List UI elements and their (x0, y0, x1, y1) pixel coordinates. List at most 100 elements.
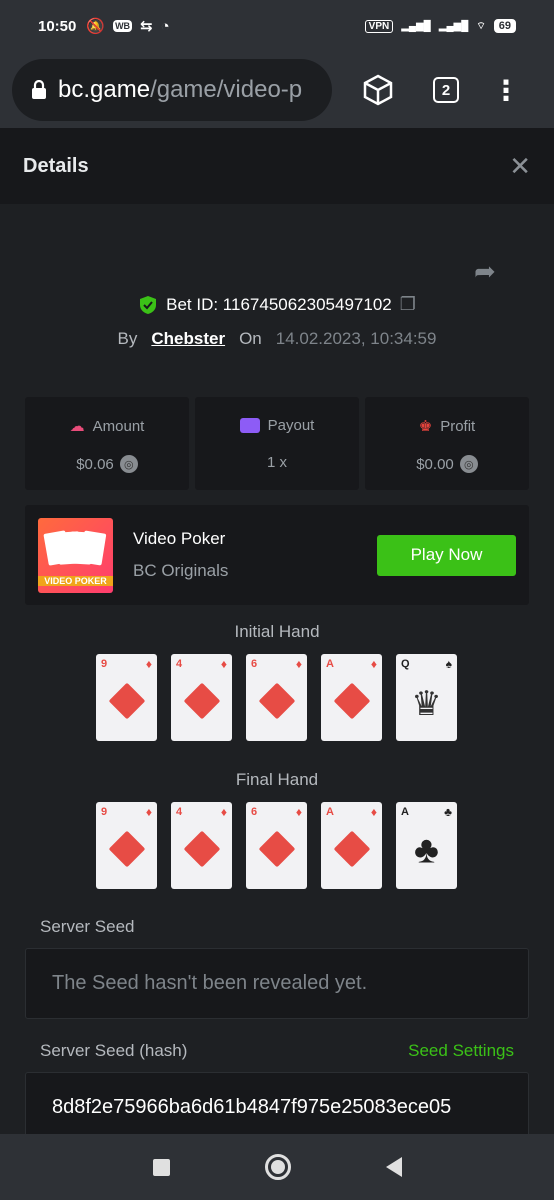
by-label: By (117, 329, 138, 348)
signal-icon: ▂▄▆█ (401, 20, 431, 32)
card-rank: A (326, 806, 334, 818)
card-suit: ♦ (220, 805, 227, 819)
tabs-button[interactable]: 2 (426, 70, 466, 110)
queen-face-icon: ♛ (411, 685, 442, 724)
back-icon[interactable] (385, 1157, 402, 1177)
card-suit: ♦ (295, 657, 302, 671)
diamond-icon (108, 830, 145, 868)
seed-settings-link[interactable]: Seed Settings (408, 1041, 514, 1061)
thumb-text: VIDEO POKER (38, 575, 113, 586)
card-suit: ♦ (370, 657, 377, 671)
stat-value: $0.00 (416, 455, 454, 473)
play-now-button[interactable]: Play Now (377, 534, 516, 576)
playing-card: A ♦ (321, 654, 382, 741)
diamond-icon (183, 682, 220, 720)
card-rank: 6 (251, 806, 258, 818)
cube-icon[interactable] (358, 70, 398, 110)
username-link[interactable]: Chebster (151, 329, 225, 349)
playing-card: 6 ♦ (246, 802, 307, 889)
card-rank: A (326, 658, 334, 670)
server-seed-hash-field[interactable]: 8d8f2e75966ba6d61b4847f975e25083ece05 (25, 1072, 529, 1143)
link-icon: ⇆ (140, 18, 153, 35)
final-hand: 9 ♦ 4 ♦ 6 ♦ A ♦ A ♣ ♣ (96, 802, 457, 889)
bet-date: 14.02.2023, 10:34:59 (275, 329, 437, 348)
verified-shield-icon (140, 295, 157, 314)
card-suit: ♦ (145, 805, 152, 819)
home-icon[interactable] (264, 1154, 291, 1180)
details-content: ➦ Bet ID: 116745062305497102 ❐ By Chebst… (0, 204, 554, 1143)
playing-card: 4 ♦ (171, 802, 232, 889)
card-suit: ♦ (370, 805, 377, 819)
game-card: VIDEO POKER Video Poker BC Originals Pla… (25, 505, 529, 605)
stat-amount: ☁ Amount $0.06 ◎ (25, 397, 189, 490)
diamond-icon (183, 830, 220, 868)
card-rank: A (401, 806, 409, 818)
stat-label: Profit (440, 417, 476, 435)
stat-label: Amount (92, 417, 145, 435)
status-bar: 10:50 🔕 WB ⇆ ◔ VPN ▂▄▆█ ▂▄▆█ ⌔ 69 (0, 0, 554, 52)
bet-stats: ☁ Amount $0.06 ◎ Payout 1 x ♚ Profit $0.00 ◎ (25, 397, 529, 490)
card-suit: ♣ (444, 805, 452, 819)
recents-icon[interactable] (152, 1158, 170, 1176)
system-nav-bar (0, 1134, 554, 1200)
playing-card: A ♦ (321, 802, 382, 889)
card-rank: 9 (101, 806, 108, 818)
wifi-icon: ⌔ (476, 20, 486, 32)
battery-icon: 69 (493, 19, 516, 33)
copy-icon[interactable]: ❐ (400, 294, 416, 315)
bet-id-row: Bet ID: 116745062305497102 ❐ (0, 294, 554, 315)
club-icon: ♣ (414, 829, 439, 872)
playing-card: Q ♠ ♛ (396, 654, 457, 741)
game-provider: BC Originals (133, 561, 229, 580)
diamond-icon (258, 830, 295, 868)
vpn-badge: VPN (364, 19, 394, 33)
status-time: 10:50 (38, 17, 77, 35)
menu-dots-icon[interactable]: ⋮ (486, 70, 526, 110)
bet-id: Bet ID: 116745062305497102 (166, 294, 392, 314)
on-label: On (239, 329, 262, 348)
diamond-icon (108, 682, 145, 720)
playing-card: 4 ♦ (171, 654, 232, 741)
share-icon[interactable]: ➦ (474, 256, 496, 287)
card-rank: 4 (176, 806, 183, 818)
server-seed-hash-label: Server Seed (hash) (40, 1041, 188, 1060)
stat-label: Payout (267, 417, 315, 434)
diamond-icon (333, 682, 370, 720)
shield-status-icon: ◔ (160, 17, 170, 35)
bet-byline: By Chebster On 14.02.2023, 10:34:59 (0, 329, 554, 349)
server-seed-field[interactable]: The Seed hasn't been revealed yet. (25, 948, 529, 1019)
stat-value: 1 x (266, 454, 287, 471)
diamond-icon (258, 682, 295, 720)
signal-icon-2: ▂▄▆█ (438, 20, 469, 32)
card-rank: Q (401, 658, 410, 670)
browser-toolbar: bc.game/game/video-p 2 ⋮ (0, 52, 554, 128)
tab-count: 2 (433, 77, 459, 103)
lock-icon (32, 80, 46, 99)
stat-payout: Payout 1 x (195, 397, 359, 490)
amount-icon: ☁ (69, 418, 85, 435)
url-path: /game/video-p (150, 76, 303, 103)
card-rank: 4 (176, 658, 183, 670)
card-suit: ♠ (445, 657, 452, 671)
details-header: Details ✕ (0, 128, 554, 204)
final-hand-title: Final Hand (235, 770, 319, 789)
coin-icon: ◎ (119, 455, 138, 473)
card-suit: ♦ (295, 805, 302, 819)
stat-profit: ♚ Profit $0.00 ◎ (365, 397, 529, 490)
coin-icon: ◎ (459, 455, 478, 473)
profit-icon: ♚ (418, 418, 433, 435)
url-field[interactable]: bc.game/game/video-p (12, 59, 332, 121)
close-icon[interactable]: ✕ (509, 151, 531, 182)
playing-card: A ♣ ♣ (396, 802, 457, 889)
initial-hand-title: Initial Hand (234, 622, 320, 641)
mute-icon: 🔕 (86, 18, 106, 35)
server-seed-label: Server Seed (40, 917, 135, 936)
card-suit: ♦ (145, 657, 152, 671)
card-rank: 9 (101, 658, 108, 670)
url-host: bc.game (58, 76, 151, 103)
game-name: Video Poker (133, 529, 226, 548)
game-thumbnail[interactable]: VIDEO POKER (38, 517, 113, 593)
stat-value: $0.06 (76, 455, 114, 473)
playing-card: 9 ♦ (96, 802, 157, 889)
payout-icon (239, 418, 260, 433)
